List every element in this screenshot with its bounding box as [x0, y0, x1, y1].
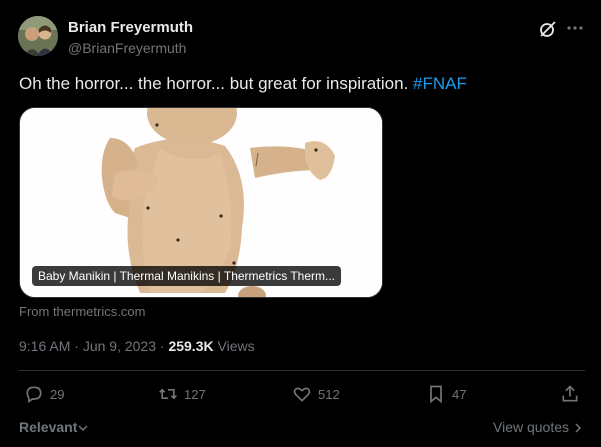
views-label: Views: [213, 338, 255, 354]
tweet-text: Oh the horror... the horror... but great…: [19, 74, 467, 94]
handle[interactable]: @BrianFreyermuth: [68, 40, 186, 56]
card-title: Baby Manikin | Thermal Manikins | Therme…: [32, 266, 341, 286]
view-quotes-link[interactable]: View quotes: [493, 419, 583, 435]
bookmark-count: 47: [452, 386, 467, 402]
display-name[interactable]: Brian Freyermuth: [68, 19, 193, 36]
tweet-body: Oh the horror... the horror... but great…: [19, 74, 414, 93]
meta-separator: ·: [70, 338, 83, 354]
repost-button[interactable]: 127: [158, 384, 206, 404]
heart-icon: [293, 387, 311, 402]
grok-icon[interactable]: [538, 19, 558, 39]
link-card[interactable]: Baby Manikin | Thermal Manikins | Therme…: [19, 107, 383, 298]
avatar-photo: [18, 16, 58, 56]
chevron-down-icon: [77, 419, 89, 435]
repost-count: 127: [184, 386, 206, 402]
like-count: 512: [318, 386, 340, 402]
tweet-date[interactable]: Jun 9, 2023: [83, 338, 156, 354]
bookmark-button[interactable]: 47: [426, 384, 466, 404]
share-button[interactable]: [560, 384, 580, 404]
meta-separator-2: ·: [156, 338, 169, 354]
divider: [19, 370, 585, 371]
chevron-right-icon: [573, 419, 583, 435]
share-icon: [562, 385, 578, 402]
tweet-meta: 9:16 AM · Jun 9, 2023 · 259.3K Views: [19, 338, 255, 354]
card-source[interactable]: From thermetrics.com: [19, 304, 145, 319]
sort-label: Relevant: [19, 419, 78, 435]
reply-button[interactable]: 29: [24, 384, 64, 404]
avatar[interactable]: [18, 16, 58, 56]
hashtag-link[interactable]: #FNAF: [413, 74, 467, 93]
like-button[interactable]: 512: [292, 384, 340, 404]
tweet-time[interactable]: 9:16 AM: [19, 338, 70, 354]
more-icon[interactable]: [565, 18, 585, 38]
reply-icon: [26, 386, 42, 404]
repost-icon: [159, 388, 177, 400]
reply-count: 29: [50, 386, 65, 402]
sort-dropdown[interactable]: Relevant: [19, 419, 89, 435]
bookmark-icon: [430, 385, 442, 404]
view-quotes-label: View quotes: [493, 419, 570, 435]
views-count: 259.3K: [168, 338, 214, 354]
